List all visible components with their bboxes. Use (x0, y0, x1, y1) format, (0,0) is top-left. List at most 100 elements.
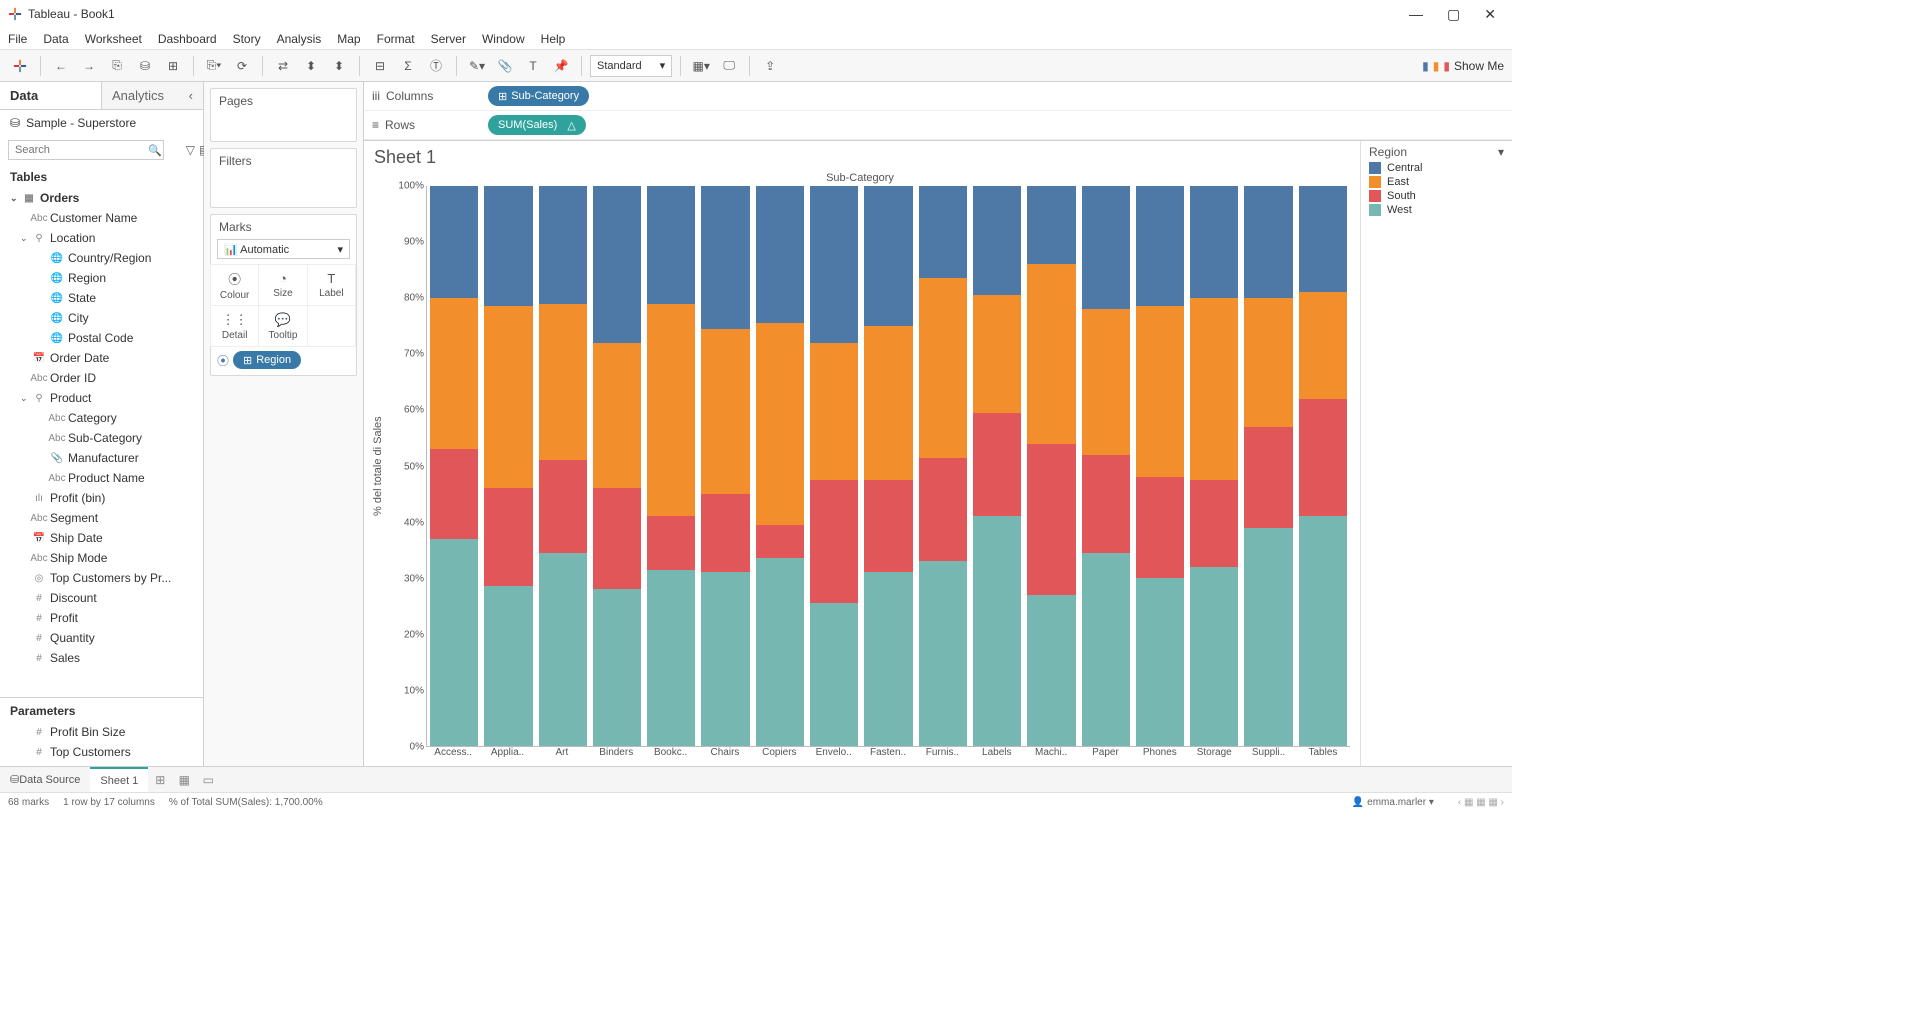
segment-east[interactable] (1136, 306, 1184, 477)
pin-icon[interactable]: 📌 (549, 54, 573, 78)
segment-east[interactable] (1244, 298, 1292, 427)
share-icon[interactable]: ⇪ (758, 54, 782, 78)
filter-icon[interactable]: ▽ (186, 141, 195, 159)
abc-icon[interactable]: Ⓣ (424, 54, 448, 78)
search-input[interactable] (8, 140, 164, 160)
segment-west[interactable] (484, 586, 532, 746)
field-orders[interactable]: ⌄▦Orders (0, 188, 203, 208)
segment-south[interactable] (701, 494, 749, 572)
field-location[interactable]: ⌄⚲Location (0, 228, 203, 248)
datasource-row[interactable]: ⛁ Sample - Superstore (0, 110, 203, 136)
marks-label[interactable]: TLabel (307, 264, 356, 306)
bar-paper[interactable] (1079, 186, 1133, 746)
filters-card[interactable]: Filters (210, 148, 357, 208)
field-city[interactable]: 🌐City (0, 308, 203, 328)
field-country-region[interactable]: 🌐Country/Region (0, 248, 203, 268)
segment-east[interactable] (484, 306, 532, 488)
segment-west[interactable] (593, 589, 641, 746)
field-order-id[interactable]: AbcOrder ID (0, 368, 203, 388)
legend-menu-icon[interactable]: ▾ (1498, 145, 1504, 159)
segment-south[interactable] (484, 488, 532, 586)
bar-envelo[interactable] (807, 186, 861, 746)
segment-central[interactable] (701, 186, 749, 329)
marks-detail[interactable]: ⋮⋮Detail (210, 305, 259, 347)
text-icon[interactable]: T (521, 54, 545, 78)
segment-west[interactable] (701, 572, 749, 746)
field-segment[interactable]: AbcSegment (0, 508, 203, 528)
marks-size[interactable]: ◔Size (258, 264, 307, 306)
presentation-icon[interactable]: 🖵 (717, 54, 741, 78)
segment-south[interactable] (1082, 455, 1130, 553)
segment-central[interactable] (1299, 186, 1347, 292)
field-quantity[interactable]: #Quantity (0, 628, 203, 648)
sort-desc-icon[interactable]: ⬍ (327, 54, 351, 78)
segment-south[interactable] (593, 488, 641, 589)
rows-shelf[interactable]: ≡Rows SUM(Sales) △ (364, 111, 1512, 140)
attach-icon[interactable]: 📎 (493, 54, 517, 78)
legend-item-central[interactable]: Central (1369, 161, 1504, 175)
field-sub-category[interactable]: AbcSub-Category (0, 428, 203, 448)
segment-south[interactable] (756, 525, 804, 559)
field-sales[interactable]: #Sales (0, 648, 203, 668)
bar-access[interactable] (427, 186, 481, 746)
bar-storage[interactable] (1187, 186, 1241, 746)
segment-east[interactable] (1082, 309, 1130, 455)
group-icon[interactable]: ⊟ (368, 54, 392, 78)
segment-west[interactable] (430, 539, 478, 746)
segment-central[interactable] (539, 186, 587, 304)
segment-south[interactable] (1027, 444, 1075, 595)
segment-central[interactable] (756, 186, 804, 323)
totals-icon[interactable]: Σ (396, 54, 420, 78)
fit-dropdown[interactable]: Standard▾ (590, 55, 672, 77)
status-user[interactable]: 👤 emma.marler ▾ (1352, 797, 1434, 808)
menu-analysis[interactable]: Analysis (277, 32, 322, 46)
menu-data[interactable]: Data (43, 32, 68, 46)
swap-icon[interactable]: ⇄ (271, 54, 295, 78)
segment-central[interactable] (647, 186, 695, 304)
close-button[interactable]: ✕ (1484, 6, 1496, 23)
bar-copiers[interactable] (753, 186, 807, 746)
sheet-tab[interactable]: Sheet 1 (90, 767, 148, 792)
segment-south[interactable] (430, 449, 478, 539)
segment-south[interactable] (919, 458, 967, 562)
bar-binders[interactable] (590, 186, 644, 746)
refresh-icon[interactable]: ⟳ (230, 54, 254, 78)
segment-central[interactable] (593, 186, 641, 343)
chart-plot[interactable] (426, 186, 1350, 747)
bar-furnis[interactable] (916, 186, 970, 746)
segment-central[interactable] (919, 186, 967, 278)
tab-data[interactable]: Data (0, 82, 101, 109)
new-dashboard-icon[interactable]: ▦ (172, 773, 196, 787)
field-product[interactable]: ⌄⚲Product (0, 388, 203, 408)
bar-suppli[interactable] (1241, 186, 1295, 746)
segment-south[interactable] (647, 516, 695, 569)
segment-east[interactable] (919, 278, 967, 457)
save-icon[interactable]: ⎘ (105, 54, 129, 78)
columns-pill[interactable]: ⊞ Sub-Category (488, 86, 589, 106)
segment-south[interactable] (864, 480, 912, 572)
menu-map[interactable]: Map (337, 32, 360, 46)
menu-help[interactable]: Help (541, 32, 566, 46)
new-datasource-icon[interactable]: ⛁ (133, 54, 157, 78)
segment-central[interactable] (430, 186, 478, 298)
segment-east[interactable] (810, 343, 858, 480)
field-postal-code[interactable]: 🌐Postal Code (0, 328, 203, 348)
fields-tree[interactable]: ⌄▦OrdersAbcCustomer Name⌄⚲Location🌐Count… (0, 188, 203, 697)
marks-tooltip[interactable]: 💬Tooltip (258, 305, 307, 347)
field-customer-name[interactable]: AbcCustomer Name (0, 208, 203, 228)
field-ship-date[interactable]: 📅Ship Date (0, 528, 203, 548)
segment-west[interactable] (1136, 578, 1184, 746)
colour-pill-region[interactable]: ⦿ ⊞ Region (217, 351, 350, 369)
segment-east[interactable] (701, 329, 749, 494)
new-sheet-icon[interactable]: ⊞ (148, 773, 172, 787)
new-story-icon[interactable]: ▭ (196, 773, 220, 787)
segment-south[interactable] (539, 460, 587, 552)
field-region[interactable]: 🌐Region (0, 268, 203, 288)
segment-south[interactable] (1190, 480, 1238, 567)
rows-pill[interactable]: SUM(Sales) △ (488, 115, 586, 135)
segment-south[interactable] (1244, 427, 1292, 528)
menu-worksheet[interactable]: Worksheet (85, 32, 142, 46)
segment-west[interactable] (647, 570, 695, 746)
segment-central[interactable] (973, 186, 1021, 295)
maximize-button[interactable]: ▢ (1447, 6, 1460, 23)
